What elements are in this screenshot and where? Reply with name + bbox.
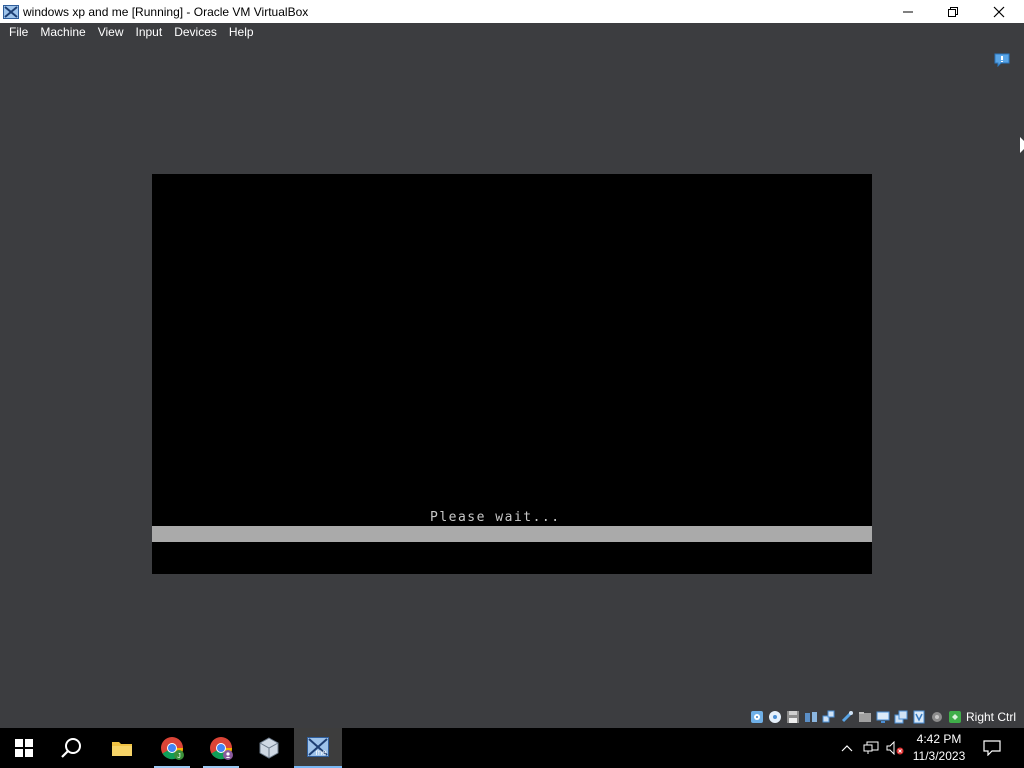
chrome-icon — [210, 737, 233, 760]
notification-message-icon[interactable] — [994, 53, 1010, 68]
minimize-button[interactable] — [885, 0, 931, 23]
menu-view[interactable]: View — [92, 23, 130, 42]
chrome-profile-2-button[interactable] — [197, 728, 245, 768]
window-title: windows xp and me [Running] - Oracle VM … — [23, 4, 309, 19]
audio-icon[interactable] — [802, 709, 819, 725]
close-button[interactable] — [976, 0, 1022, 23]
network-icon[interactable] — [820, 709, 837, 725]
hard-disk-icon[interactable] — [748, 709, 765, 725]
action-center-button[interactable] — [978, 728, 1006, 768]
menu-devices[interactable]: Devices — [168, 23, 223, 42]
minimize-icon — [903, 11, 913, 12]
clock-date: 11/3/2023 — [912, 749, 966, 763]
svg-text:me: me — [315, 748, 327, 757]
virtualbox-vm-icon — [3, 4, 19, 20]
vm-status-bar: Right Ctrl — [748, 707, 1016, 727]
vm-window-icon: me — [307, 737, 329, 757]
folder-icon — [112, 742, 132, 756]
optical-drive-icon[interactable] — [766, 709, 783, 725]
video-capture-icon[interactable] — [892, 709, 909, 725]
menu-machine[interactable]: Machine — [34, 23, 91, 42]
svg-text:J: J — [177, 753, 181, 760]
network-icon — [863, 741, 879, 754]
volume-tray-button[interactable] — [884, 728, 906, 768]
start-button[interactable] — [0, 728, 48, 768]
search-button[interactable] — [48, 728, 96, 768]
display-icon[interactable] — [874, 709, 891, 725]
taskbar: J me 4:42 PM 11/3/2023 — [0, 728, 1024, 768]
mouse-integration-icon[interactable] — [946, 709, 963, 725]
taskbar-clock[interactable]: 4:42 PM 11/3/2023 — [904, 728, 974, 768]
volume-muted-icon — [886, 741, 904, 755]
floppy-icon[interactable] — [784, 709, 801, 725]
file-explorer-button[interactable] — [98, 728, 146, 768]
search-icon — [61, 738, 81, 758]
menu-input[interactable]: Input — [130, 23, 169, 42]
setup-status-bar — [152, 526, 872, 542]
chevron-up-icon — [841, 745, 853, 752]
cpu-icon[interactable] — [928, 709, 945, 725]
usb-icon[interactable] — [838, 709, 855, 725]
chrome-icon: J — [161, 737, 184, 760]
restore-button[interactable] — [930, 0, 976, 23]
action-center-icon — [983, 740, 1001, 756]
setup-status-text: Please wait... — [430, 510, 561, 525]
clock-time: 4:42 PM — [916, 732, 962, 746]
mouse-cursor — [1020, 137, 1024, 153]
close-icon — [993, 6, 1005, 17]
recording-icon[interactable] — [910, 709, 927, 725]
network-tray-button[interactable] — [860, 728, 882, 768]
shared-folders-icon[interactable] — [856, 709, 873, 725]
show-hidden-icons-button[interactable] — [838, 728, 856, 768]
guest-display[interactable]: Please wait... — [152, 174, 872, 574]
windows-logo-icon — [15, 739, 33, 757]
restore-icon — [948, 6, 958, 17]
host-key-label[interactable]: Right Ctrl — [966, 710, 1016, 724]
menu-help[interactable]: Help — [223, 23, 260, 42]
menu-bar: File Machine View Input Devices Help — [0, 23, 1024, 42]
chrome-profile-j-button[interactable]: J — [148, 728, 196, 768]
virtualbox-icon — [259, 737, 279, 759]
virtualbox-vm-window-button[interactable]: me — [294, 728, 342, 768]
window-title-bar[interactable]: windows xp and me [Running] - Oracle VM … — [0, 0, 1024, 23]
menu-file[interactable]: File — [3, 23, 34, 42]
virtualbox-manager-button[interactable] — [245, 728, 293, 768]
